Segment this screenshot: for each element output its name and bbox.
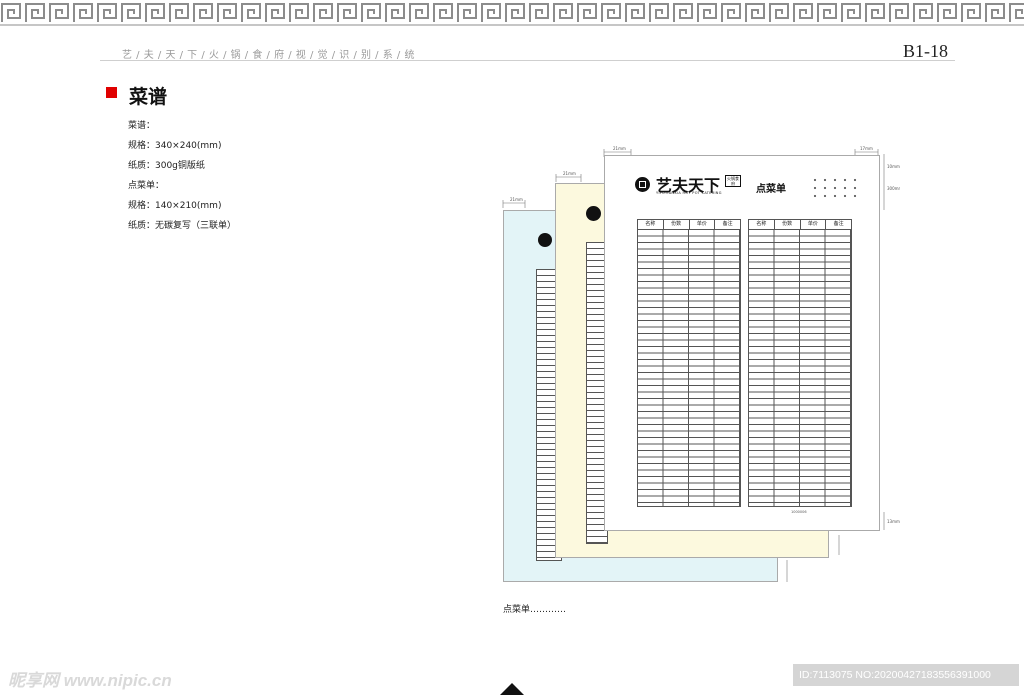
serial-number: 1000006 bbox=[791, 510, 807, 514]
vi-system-subtitle: 艺 / 夫 / 天 / 下 / 火 / 锅 / 食 / 府 / 视 / 觉 / … bbox=[122, 50, 415, 61]
figure-caption: 点菜单………… bbox=[503, 605, 567, 615]
dimension-label: 21mm bbox=[563, 171, 576, 176]
dimension-label: 17mm bbox=[860, 146, 873, 151]
brand-tag: 火锅食府 bbox=[725, 175, 741, 187]
page-code: B1-18 bbox=[903, 41, 948, 61]
column-header: 名称 bbox=[638, 220, 664, 229]
column-header: 份数 bbox=[775, 220, 801, 229]
section-title: 菜谱 bbox=[129, 86, 168, 108]
table-header: 名称 份数 单价 备注 bbox=[749, 220, 851, 230]
meander-border bbox=[0, 0, 1024, 26]
order-form-copy-white: 艺夫天下 火锅食府 YIFUTIANXIA HOT POT CATERING 点… bbox=[604, 155, 880, 531]
order-table-left: 名称 份数 单价 备注 bbox=[637, 219, 741, 507]
table-rows bbox=[638, 230, 740, 506]
spec-line: 纸质：300g铜版纸 bbox=[128, 161, 205, 171]
watermark-id: ID:7113075 NO:20200427183556391000 bbox=[793, 664, 1019, 686]
brand-english: YIFUTIANXIA HOT POT CATERING bbox=[656, 191, 722, 195]
next-page-arrow-icon[interactable] bbox=[500, 683, 524, 695]
spec-line: 点菜单： bbox=[128, 181, 165, 191]
column-header: 单价 bbox=[801, 220, 827, 229]
dot-matrix bbox=[810, 176, 860, 200]
spec-line: 纸质：无碳复写（三联单） bbox=[128, 221, 237, 231]
spec-list: 菜谱： 规格：340×240(mm) 纸质：300g铜版纸 点菜单： 规格：14… bbox=[128, 116, 236, 236]
dimension-label: 21mm bbox=[510, 197, 523, 202]
spec-line: 规格：340×240(mm) bbox=[128, 141, 222, 151]
table-header: 名称 份数 单价 备注 bbox=[638, 220, 740, 230]
dimension-label: 21mm bbox=[613, 146, 626, 151]
column-header: 备注 bbox=[722, 221, 733, 227]
header-divider bbox=[100, 60, 955, 61]
column-header: 备注 bbox=[833, 221, 844, 227]
logo-icon bbox=[635, 177, 650, 192]
dimension-label: 13mm bbox=[887, 519, 900, 524]
column-header: 名称 bbox=[749, 220, 775, 229]
form-title: 点菜单 bbox=[756, 184, 786, 195]
column-header: 单价 bbox=[690, 220, 716, 229]
spec-line: 规格：140×210(mm) bbox=[128, 201, 222, 211]
spec-line: 菜谱： bbox=[128, 121, 156, 131]
watermark-logo: 昵享网 www.nipic.cn bbox=[8, 671, 172, 690]
dimension-label: 300mm bbox=[887, 186, 900, 191]
table-rows bbox=[749, 230, 851, 506]
dimension-label: 10mm bbox=[887, 164, 900, 169]
order-table-right: 名称 份数 单价 备注 bbox=[748, 219, 852, 507]
column-header: 份数 bbox=[664, 220, 690, 229]
title-bullet-square bbox=[106, 87, 117, 98]
